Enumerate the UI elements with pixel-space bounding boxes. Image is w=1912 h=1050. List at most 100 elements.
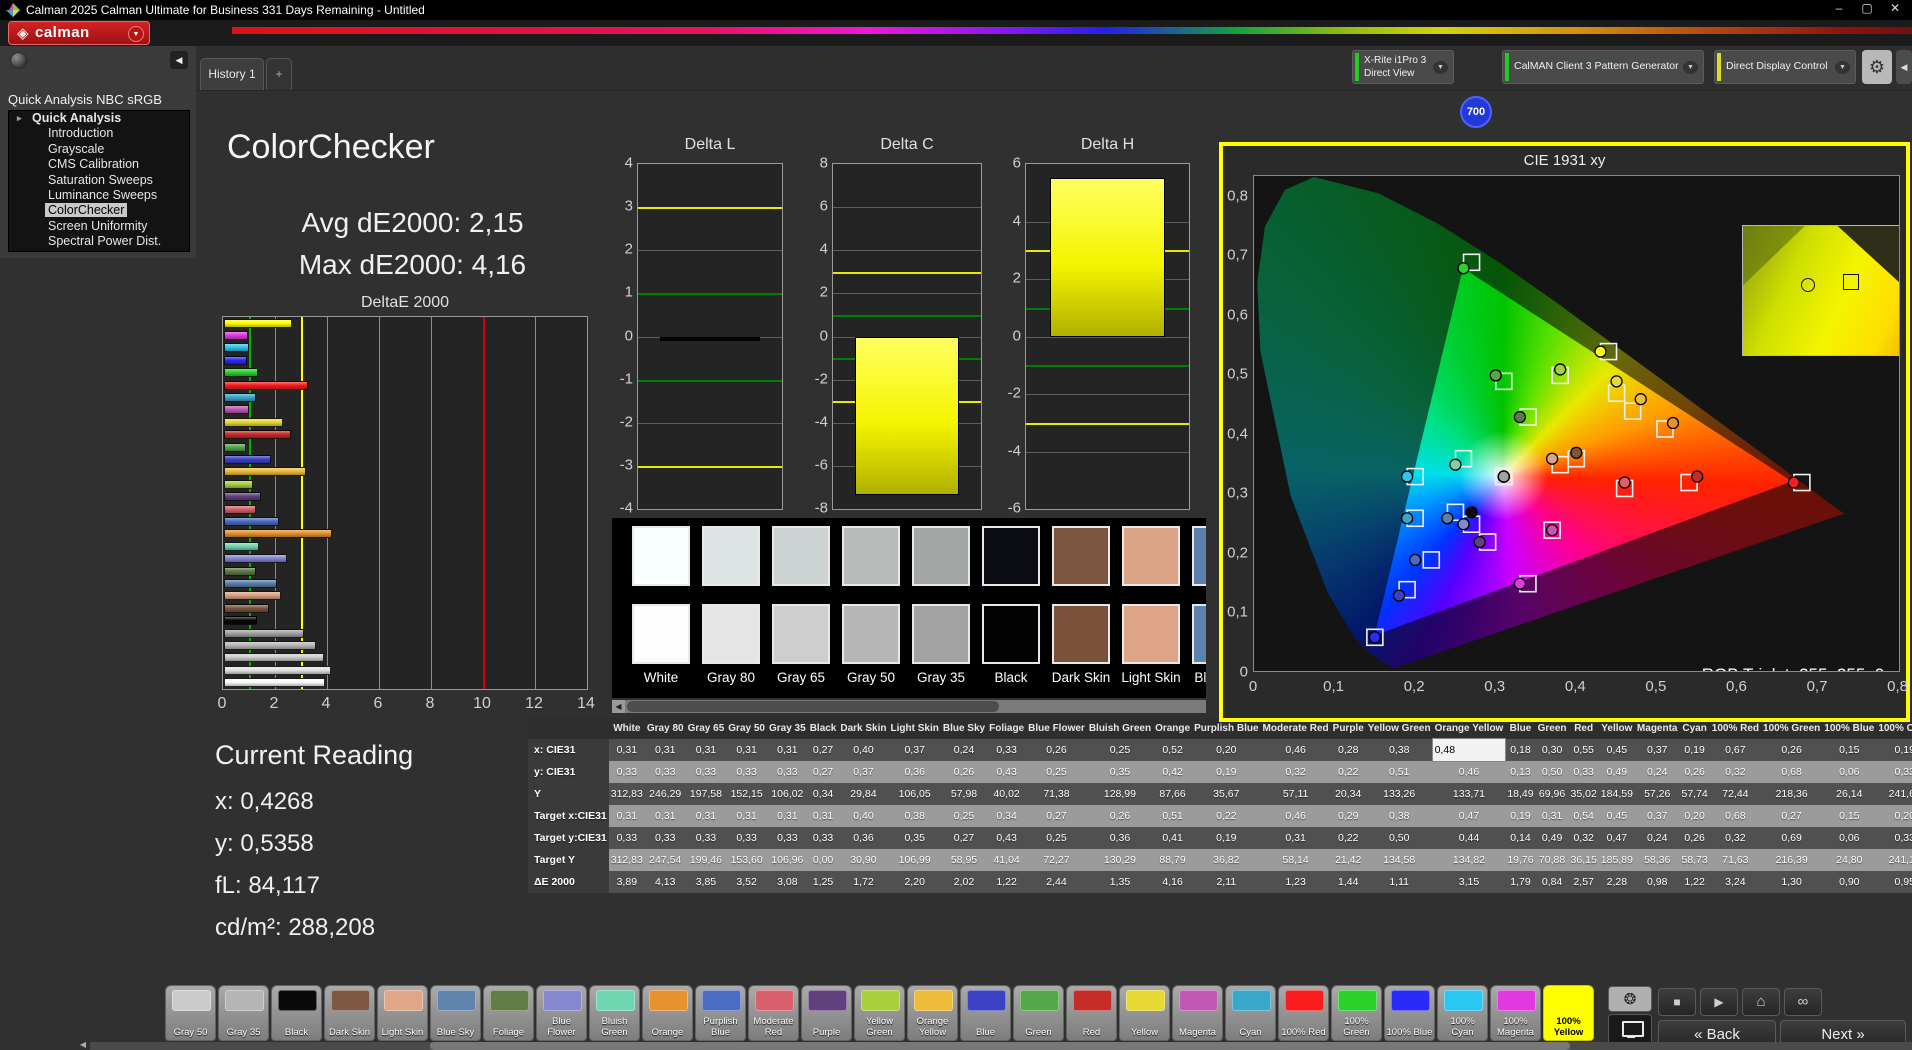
close-button[interactable]: ✕ (1884, 1, 1906, 15)
table-cell[interactable]: 0,31 (808, 805, 839, 827)
table-cell[interactable]: 0,47 (1433, 805, 1506, 827)
table-cell[interactable]: 1,72 (838, 871, 888, 893)
table-cell[interactable]: 0,25 (941, 805, 987, 827)
table-cell[interactable]: 0,13 (1505, 761, 1535, 783)
table-cell[interactable]: 312,83 (609, 849, 645, 871)
table-cell[interactable]: 0,49 (1536, 827, 1569, 849)
calman-menu-dropdown-icon[interactable]: ▼ (128, 26, 144, 42)
tab-add-button[interactable]: + (266, 58, 292, 90)
table-cell[interactable]: 0,37 (889, 739, 941, 761)
table-cell[interactable]: 2,11 (1192, 871, 1260, 893)
table-cell[interactable]: 0,29 (1331, 805, 1366, 827)
table-cell[interactable]: 71,38 (1026, 783, 1087, 805)
table-cell[interactable]: 0,28 (1331, 739, 1366, 761)
table-cell[interactable]: 0,26 (941, 761, 987, 783)
table-cell[interactable]: 0,33 (1876, 761, 1912, 783)
table-cell[interactable]: 0,30 (1536, 739, 1569, 761)
table-cell[interactable]: 0,15 (1822, 739, 1876, 761)
table-cell[interactable]: 1,30 (1761, 871, 1822, 893)
patch-button-magenta[interactable]: Magenta (1172, 985, 1223, 1041)
tree-item-introduction[interactable]: Introduction (9, 126, 189, 141)
table-cell[interactable]: 20,34 (1331, 783, 1366, 805)
patch-button-blue-flower[interactable]: Blue Flower (536, 985, 587, 1041)
table-cell[interactable]: 185,89 (1599, 849, 1635, 871)
patch-button-black[interactable]: Black (271, 985, 322, 1041)
table-cell[interactable]: 0,52 (1153, 739, 1192, 761)
tree-item-spectral-power-dist-[interactable]: Spectral Power Dist. (9, 234, 189, 249)
table-cell[interactable]: 2,20 (889, 871, 941, 893)
patch-button-red[interactable]: Red (1066, 985, 1117, 1041)
table-cell[interactable]: 0,31 (645, 739, 686, 761)
table-cell[interactable]: 40,02 (987, 783, 1026, 805)
table-cell[interactable]: 41,04 (987, 849, 1026, 871)
patch-button-purple[interactable]: Purple (801, 985, 852, 1041)
table-cell[interactable]: 0,32 (1569, 827, 1599, 849)
settings-button[interactable]: ⚙ (1862, 50, 1892, 84)
table-cell[interactable]: 19,76 (1505, 849, 1535, 871)
table-cell[interactable]: 0,27 (1761, 805, 1822, 827)
home-button[interactable]: ⌂ (1742, 988, 1780, 1016)
patch-button-orange-yellow[interactable]: Orange Yellow (907, 985, 958, 1041)
scroll-left-icon[interactable]: ◀ (77, 1040, 89, 1050)
table-cell[interactable]: 0,25 (1026, 827, 1087, 849)
table-cell[interactable]: 0,33 (645, 827, 686, 849)
table-cell[interactable]: 0,19 (1192, 761, 1260, 783)
table-cell[interactable]: 0,33 (1876, 827, 1912, 849)
table-cell[interactable]: 0,26 (1679, 761, 1709, 783)
table-cell[interactable]: 26,14 (1822, 783, 1876, 805)
table-cell[interactable]: 3,15 (1433, 871, 1506, 893)
panel-collapse-button[interactable]: ◀ (1896, 50, 1912, 84)
table-cell[interactable]: 0,67 (1710, 739, 1761, 761)
table-cell[interactable]: 0,19 (1505, 805, 1535, 827)
play-button[interactable]: ▶ (1700, 988, 1738, 1016)
table-cell[interactable]: 153,60 (726, 849, 767, 871)
chevron-down-icon[interactable]: ▼ (1835, 61, 1850, 74)
table-cell[interactable]: 0,46 (1261, 739, 1331, 761)
table-cell[interactable]: 0,32 (1710, 827, 1761, 849)
table-cell[interactable]: 3,24 (1710, 871, 1761, 893)
table-cell[interactable]: 0,47 (1599, 827, 1635, 849)
table-cell[interactable]: 36,82 (1192, 849, 1260, 871)
table-cell[interactable]: 0,34 (808, 783, 839, 805)
table-cell[interactable]: 0,31 (1536, 805, 1569, 827)
table-cell[interactable]: 0,31 (686, 805, 727, 827)
table-cell[interactable]: 0,19 (1192, 827, 1260, 849)
table-cell[interactable]: 241,19 (1876, 849, 1912, 871)
table-cell[interactable]: 0,27 (808, 739, 839, 761)
table-cell[interactable]: 29,84 (838, 783, 888, 805)
table-cell[interactable]: 106,05 (889, 783, 941, 805)
table-cell[interactable]: 106,02 (767, 783, 808, 805)
table-cell[interactable]: 2,28 (1599, 871, 1635, 893)
table-cell[interactable]: 0,31 (609, 739, 645, 761)
patch-button-yellow-green[interactable]: Yellow Green (854, 985, 905, 1041)
table-cell[interactable]: 0,19 (1679, 739, 1709, 761)
table-cell[interactable]: 134,82 (1433, 849, 1506, 871)
table-cell[interactable]: 0,33 (1569, 761, 1599, 783)
bottom-scrollbar[interactable] (90, 1042, 1912, 1050)
table-cell[interactable]: 0,68 (1761, 761, 1822, 783)
patch-button-light-skin[interactable]: Light Skin (377, 985, 428, 1041)
minimize-button[interactable]: – (1828, 1, 1850, 15)
table-cell[interactable]: 0,06 (1822, 827, 1876, 849)
table-cell[interactable]: 0,36 (1087, 827, 1153, 849)
table-cell[interactable]: 1,22 (987, 871, 1026, 893)
table-cell[interactable]: 0,19 (1876, 739, 1912, 761)
table-cell[interactable]: 0,32 (1261, 761, 1331, 783)
calman-menu-button[interactable]: ◈ calman ▼ (8, 21, 150, 45)
table-cell[interactable]: 216,39 (1761, 849, 1822, 871)
table-cell[interactable]: 1,25 (808, 871, 839, 893)
table-cell[interactable]: 0,33 (686, 827, 727, 849)
table-cell[interactable]: 0,31 (767, 805, 808, 827)
swatch-panel-scrollbar[interactable]: ◀ (612, 700, 1206, 713)
table-cell[interactable]: 247,54 (645, 849, 686, 871)
table-cell[interactable]: 184,59 (1599, 783, 1635, 805)
patch-button-blue-sky[interactable]: Blue Sky (430, 985, 481, 1041)
table-cell[interactable]: 0,22 (1331, 761, 1366, 783)
tree-item-grayscale[interactable]: Grayscale (9, 142, 189, 157)
table-cell[interactable]: 0,06 (1822, 761, 1876, 783)
table-cell[interactable]: 58,14 (1261, 849, 1331, 871)
table-cell[interactable]: 0,37 (838, 761, 888, 783)
patch-button-gray-35[interactable]: Gray 35 (218, 985, 269, 1041)
tree-item-screen-uniformity[interactable]: Screen Uniformity (9, 219, 189, 234)
table-cell[interactable]: 199,46 (686, 849, 727, 871)
